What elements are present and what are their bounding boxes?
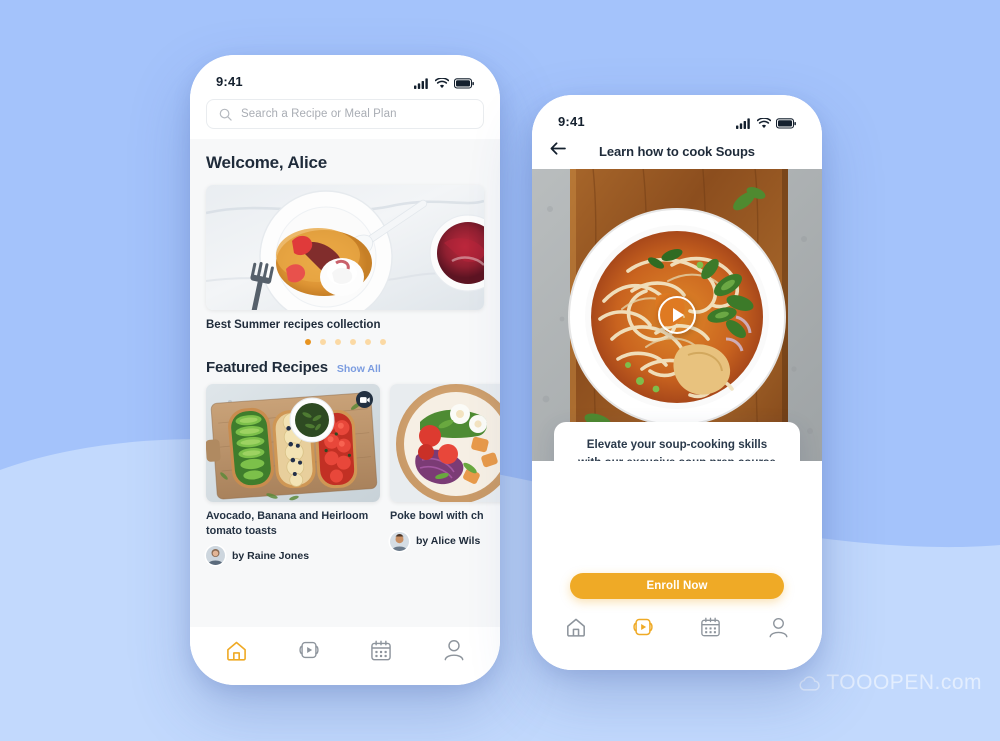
nav-item-calendar[interactable] — [361, 633, 401, 667]
recipe-card[interactable]: Avocado, Banana and Heirloom tomato toas… — [206, 384, 380, 566]
video-player-icon — [299, 641, 319, 659]
carousel-dots[interactable] — [206, 339, 484, 345]
wifi-icon — [435, 78, 449, 89]
bottom-nav-right[interactable] — [532, 606, 822, 648]
left-content-scroll[interactable]: Welcome, Alice Best Summer recipes colle… — [190, 139, 500, 627]
recipe-card-author: by Alice Wils — [390, 531, 500, 551]
carousel-dot[interactable] — [334, 339, 341, 345]
play-button[interactable] — [658, 296, 696, 334]
status-bar-right: 9:41 — [532, 95, 822, 133]
recipe-image-poke-bowl — [390, 384, 500, 502]
bottom-nav-left[interactable] — [190, 627, 500, 673]
featured-header: Featured Recipes Show All — [206, 359, 484, 376]
watermark-text: TOOOPEN.com — [826, 671, 982, 694]
play-icon — [673, 308, 684, 322]
phone-mockup-right: 9:41 Learn how to cook Soups Elevate you… — [532, 95, 822, 670]
hero-image-pancake-breakfast — [206, 185, 484, 310]
nav-item-home[interactable] — [216, 633, 256, 667]
bottom-nav-right-wrap — [532, 606, 822, 648]
person-icon — [769, 617, 788, 637]
battery-icon — [776, 118, 796, 129]
status-icons — [414, 78, 474, 89]
home-indicator-area-right — [532, 648, 822, 670]
watermark: TOOOPEN.com — [798, 671, 982, 695]
carousel-dot[interactable] — [379, 339, 386, 345]
nav-item-calendar[interactable] — [691, 610, 731, 644]
featured-title: Featured Recipes — [206, 359, 328, 376]
search-icon — [219, 108, 232, 121]
home-icon — [226, 641, 246, 661]
left-screen: 9:41 Search a Recipe or Meal Plan Welcom… — [190, 55, 500, 685]
cloud-icon — [799, 675, 821, 691]
carousel-dot[interactable] — [364, 339, 371, 345]
recipe-card-author-name: by Raine Jones — [232, 549, 310, 562]
page-background: TOOOPEN.com — [0, 0, 1000, 741]
course-headline-line-1: Elevate your soup-cooking skills — [586, 438, 768, 452]
show-all-link[interactable]: Show All — [337, 363, 381, 375]
recipe-card-author: by Raine Jones — [206, 546, 380, 566]
background-wave-shape — [0, 439, 1000, 741]
recipe-card-image — [206, 384, 380, 502]
avatar — [206, 546, 225, 566]
course-headline-line-2: with our excusive soup prep course — [568, 454, 786, 461]
nav-item-videos[interactable] — [289, 633, 329, 667]
nav-item-home[interactable] — [556, 610, 596, 644]
battery-icon — [454, 78, 474, 89]
person-icon — [444, 640, 464, 661]
enroll-now-button[interactable]: Enroll Now — [570, 573, 784, 599]
carousel-dot[interactable] — [304, 339, 311, 345]
featured-cards-row[interactable]: Avocado, Banana and Heirloom tomato toas… — [206, 384, 500, 566]
cellular-bars-icon — [736, 118, 750, 129]
search-placeholder: Search a Recipe or Meal Plan — [241, 108, 397, 120]
nav-item-profile[interactable] — [758, 610, 798, 644]
enroll-button-container: Enroll Now — [532, 573, 822, 599]
hero-banner[interactable] — [206, 185, 484, 310]
page-title: Welcome, Alice — [206, 153, 327, 172]
calendar-icon — [371, 640, 392, 660]
avatar — [390, 531, 409, 551]
nav-item-profile[interactable] — [434, 633, 474, 667]
home-icon — [566, 618, 585, 637]
top-app-bar: Learn how to cook Soups — [532, 133, 822, 169]
status-icons — [736, 118, 796, 129]
search-bar-container: Search a Recipe or Meal Plan — [190, 93, 500, 139]
home-indicator-area-left — [190, 673, 500, 685]
avatar-image — [206, 546, 225, 566]
recipe-card-author-name: by Alice Wils — [416, 535, 481, 548]
recipe-card-title: Poke bowl with ch — [390, 510, 484, 522]
recipe-card-title: Avocado, Banana and Heirloom tomato toas… — [206, 510, 369, 537]
recipe-card-image — [390, 384, 500, 502]
calendar-icon — [701, 617, 721, 637]
status-time: 9:41 — [216, 74, 243, 89]
hero-caption: Best Summer recipes collection — [206, 319, 381, 331]
nav-item-videos[interactable] — [623, 610, 663, 644]
search-input[interactable]: Search a Recipe or Meal Plan — [206, 99, 484, 129]
video-player-icon — [633, 618, 653, 636]
avatar-image — [390, 531, 409, 551]
status-bar-left: 9:41 — [190, 55, 500, 93]
right-screen: 9:41 Learn how to cook Soups Elevate you… — [532, 95, 822, 670]
page-title: Learn how to cook Soups — [599, 143, 755, 159]
course-info-card: Elevate your soup-cooking skills with ou… — [554, 422, 800, 461]
right-body: Elevate your soup-cooking skills with ou… — [532, 169, 822, 670]
wifi-icon — [757, 118, 771, 129]
video-player[interactable]: Elevate your soup-cooking skills with ou… — [532, 169, 822, 461]
recipe-card[interactable]: Poke bowl with ch by Alice Wils — [390, 384, 500, 565]
cellular-bars-icon — [414, 78, 428, 89]
back-button[interactable] — [550, 142, 566, 160]
arrow-left-icon — [550, 142, 566, 155]
status-time: 9:41 — [558, 114, 585, 129]
recipe-image-toasts — [206, 384, 380, 502]
phone-mockup-left: 9:41 Search a Recipe or Meal Plan Welcom… — [190, 55, 500, 685]
carousel-dot[interactable] — [349, 339, 356, 345]
carousel-dot[interactable] — [319, 339, 326, 345]
video-badge — [356, 391, 373, 408]
video-camera-icon — [359, 396, 370, 403]
